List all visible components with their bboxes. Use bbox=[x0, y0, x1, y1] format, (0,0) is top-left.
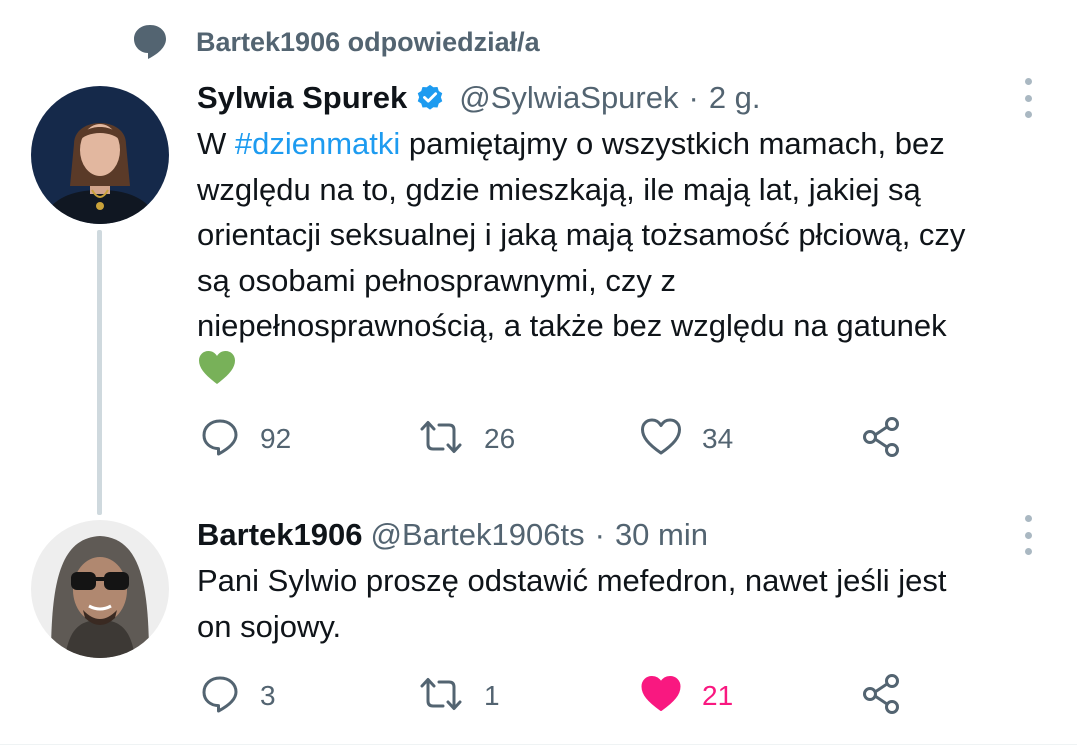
tweet-text-line: względu na to, gdzie mieszkają, ile mają… bbox=[197, 171, 921, 207]
tweet-text: W #dzienmatki pamiętajmy o wszystkich ma… bbox=[197, 121, 965, 349]
like-count: 34 bbox=[702, 423, 734, 454]
reply-icon bbox=[200, 417, 240, 462]
author-handle[interactable]: @SylwiaSpurek bbox=[459, 80, 678, 116]
tweet-header: Sylwia Spurek @SylwiaSpurek · 2 g. bbox=[197, 78, 761, 118]
like-button[interactable]: 21 bbox=[640, 672, 733, 720]
tweet-text-line: on sojowy. bbox=[197, 608, 342, 644]
thread-connector-line bbox=[97, 230, 102, 515]
share-button[interactable] bbox=[860, 415, 902, 463]
reply-button[interactable]: 3 bbox=[200, 672, 276, 720]
heart-filled-icon bbox=[640, 674, 682, 719]
text-segment: W bbox=[197, 126, 235, 161]
divider bbox=[0, 744, 1077, 745]
retweet-count: 26 bbox=[484, 423, 516, 454]
tweet-text-line: W #dzienmatki pamiętajmy o wszystkich ma… bbox=[197, 121, 965, 167]
separator-dot: · bbox=[688, 80, 699, 115]
social-context-label: Bartek1906 odpowiedział/a bbox=[196, 26, 540, 57]
retweet-icon bbox=[418, 417, 464, 462]
like-count: 21 bbox=[702, 680, 734, 711]
avatar-sylwia-spurek[interactable] bbox=[31, 86, 169, 224]
heart-outline-icon bbox=[640, 417, 682, 462]
text-segment: pamiętajmy o wszystkich mamach, bez bbox=[400, 126, 945, 161]
hashtag-link[interactable]: #dzienmatki bbox=[235, 126, 400, 161]
tweet-text-line: Pani Sylwio proszę odstawić mefedron, na… bbox=[197, 563, 947, 598]
like-button[interactable]: 34 bbox=[640, 415, 733, 463]
tweet-text: Pani Sylwio proszę odstawić mefedron, na… bbox=[197, 558, 947, 649]
share-icon bbox=[860, 415, 902, 464]
tweet-text-line: są osobami pełnosprawnymi, czy z bbox=[197, 262, 676, 298]
author-name[interactable]: Bartek1906 bbox=[197, 517, 362, 553]
timestamp[interactable]: 30 min bbox=[615, 517, 708, 553]
tweet-header: Bartek1906 @Bartek1906ts · 30 min bbox=[197, 515, 708, 555]
more-options-icon[interactable] bbox=[1018, 515, 1038, 555]
share-icon bbox=[860, 672, 902, 721]
reply-count: 92 bbox=[260, 423, 292, 454]
timestamp[interactable]: 2 g. bbox=[709, 80, 761, 116]
share-button[interactable] bbox=[860, 672, 902, 720]
retweet-button[interactable]: 26 bbox=[418, 415, 515, 463]
reply-count: 3 bbox=[260, 680, 276, 711]
retweet-count: 1 bbox=[484, 680, 500, 711]
avatar-bartek1906[interactable] bbox=[31, 520, 169, 658]
separator-dot: · bbox=[594, 517, 605, 552]
author-handle[interactable]: @Bartek1906ts bbox=[370, 517, 584, 553]
speech-bubble-icon bbox=[130, 22, 170, 62]
reply-icon bbox=[200, 674, 240, 719]
retweet-button[interactable]: 1 bbox=[418, 672, 500, 720]
green-heart-emoji bbox=[198, 350, 236, 391]
social-context[interactable]: Bartek1906 odpowiedział/a bbox=[130, 22, 540, 62]
tweet-text-line: niepełnosprawnością, a także bez względu… bbox=[197, 308, 947, 343]
more-options-icon[interactable] bbox=[1018, 78, 1038, 118]
tweet-text-line: orientacji seksualnej i jaką mają tożsam… bbox=[197, 217, 966, 252]
verified-badge-icon bbox=[415, 83, 445, 113]
reply-button[interactable]: 92 bbox=[200, 415, 291, 463]
author-name[interactable]: Sylwia Spurek bbox=[197, 80, 407, 116]
retweet-icon bbox=[418, 674, 464, 719]
